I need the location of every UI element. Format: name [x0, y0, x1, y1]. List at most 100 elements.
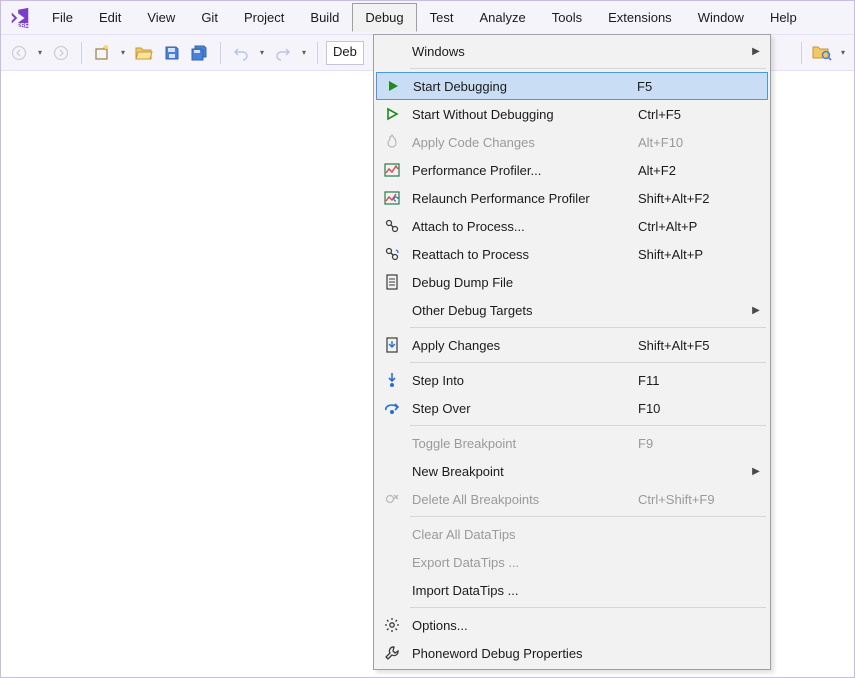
menu-item-apply-code-changes: Apply Code ChangesAlt+F10: [376, 128, 768, 156]
menu-item-import-datatips[interactable]: Import DataTips ...: [376, 576, 768, 604]
menu-separator: [410, 425, 766, 426]
play-green-fill-icon: [377, 79, 409, 93]
menu-item-apply-changes[interactable]: Apply ChangesShift+Alt+F5: [376, 331, 768, 359]
menu-item-debug-dump-file[interactable]: Debug Dump File: [376, 268, 768, 296]
menu-item-label: New Breakpoint: [408, 464, 638, 479]
menu-item-step-over[interactable]: Step OverF10: [376, 394, 768, 422]
toolbar-sep: [81, 42, 82, 64]
menu-analyze[interactable]: Analyze: [466, 3, 538, 32]
undo-icon[interactable]: [229, 41, 253, 65]
new-project-drop-icon[interactable]: ▾: [118, 48, 128, 57]
menu-item-label: Attach to Process...: [408, 219, 638, 234]
find-drop-icon[interactable]: ▾: [838, 48, 848, 57]
debug-target-field[interactable]: Deb: [326, 41, 364, 65]
menu-item-label: Start Without Debugging: [408, 107, 638, 122]
menu-help[interactable]: Help: [757, 3, 810, 32]
perf-relaunch-icon: [376, 191, 408, 205]
delete-bp-icon: [376, 492, 408, 506]
nav-fwd-icon[interactable]: [49, 41, 73, 65]
menu-item-label: Performance Profiler...: [408, 163, 638, 178]
menu-item-label: Delete All Breakpoints: [408, 492, 638, 507]
submenu-arrow-icon: ▶: [748, 46, 764, 57]
menubar: PRE FileEditViewGitProjectBuildDebugTest…: [1, 1, 854, 35]
debug-menu: Windows▶Start DebuggingF5Start Without D…: [373, 34, 771, 670]
reattach-icon: [376, 247, 408, 261]
menu-item-phoneword-debug-properties[interactable]: Phoneword Debug Properties: [376, 639, 768, 667]
menu-item-options[interactable]: Options...: [376, 611, 768, 639]
menu-item-start-without-debugging[interactable]: Start Without DebuggingCtrl+F5: [376, 100, 768, 128]
menu-item-shortcut: Alt+F2: [638, 163, 748, 178]
gear-icon: [376, 617, 408, 633]
toolbar-sep: [801, 42, 802, 64]
menu-edit[interactable]: Edit: [86, 3, 134, 32]
menu-item-label: Step Over: [408, 401, 638, 416]
attach-icon: [376, 219, 408, 233]
menu-separator: [410, 362, 766, 363]
menu-build[interactable]: Build: [297, 3, 352, 32]
menu-item-export-datatips: Export DataTips ...: [376, 548, 768, 576]
menu-item-attach-to-process[interactable]: Attach to Process...Ctrl+Alt+P: [376, 212, 768, 240]
menu-item-new-breakpoint[interactable]: New Breakpoint ▶: [376, 457, 768, 485]
menu-separator: [410, 516, 766, 517]
undo-drop-icon[interactable]: ▾: [257, 48, 267, 57]
open-folder-icon[interactable]: [132, 41, 156, 65]
menu-file[interactable]: File: [39, 3, 86, 32]
menu-item-label: Windows: [408, 44, 638, 59]
menu-item-label: Step Into: [408, 373, 638, 388]
save-all-icon[interactable]: [188, 41, 212, 65]
menu-item-shortcut: Shift+Alt+P: [638, 247, 748, 262]
menu-item-shortcut: Ctrl+F5: [638, 107, 748, 122]
redo-icon[interactable]: [271, 41, 295, 65]
submenu-arrow-icon: ▶: [748, 466, 764, 477]
nav-back-drop-icon[interactable]: ▾: [35, 48, 45, 57]
menu-item-label: Export DataTips ...: [408, 555, 638, 570]
menu-view[interactable]: View: [134, 3, 188, 32]
save-icon[interactable]: [160, 41, 184, 65]
menu-item-step-into[interactable]: Step IntoF11: [376, 366, 768, 394]
apply-changes-icon: [376, 337, 408, 353]
redo-drop-icon[interactable]: ▾: [299, 48, 309, 57]
menu-item-shortcut: Ctrl+Shift+F9: [638, 492, 748, 507]
toolbar-sep: [317, 42, 318, 64]
menu-item-clear-all-datatips: Clear All DataTips: [376, 520, 768, 548]
menu-test[interactable]: Test: [417, 3, 467, 32]
menu-extensions[interactable]: Extensions: [595, 3, 685, 32]
dump-icon: [376, 274, 408, 290]
menu-item-reattach-to-process[interactable]: Reattach to ProcessShift+Alt+P: [376, 240, 768, 268]
menu-debug[interactable]: Debug: [352, 3, 416, 32]
menu-item-shortcut: Shift+Alt+F5: [638, 338, 748, 353]
menu-item-start-debugging[interactable]: Start DebuggingF5: [376, 72, 768, 100]
menu-item-label: Apply Changes: [408, 338, 638, 353]
toolbar-sep: [220, 42, 221, 64]
menu-item-label: Other Debug Targets: [408, 303, 638, 318]
find-in-files-icon[interactable]: [810, 41, 834, 65]
step-over-icon: [376, 401, 408, 415]
menu-item-shortcut: F5: [637, 79, 747, 94]
menu-item-relaunch-performance-profiler[interactable]: Relaunch Performance ProfilerShift+Alt+F…: [376, 184, 768, 212]
menu-item-windows[interactable]: Windows ▶: [376, 37, 768, 65]
menu-item-shortcut: Shift+Alt+F2: [638, 191, 748, 206]
menu-item-shortcut: Ctrl+Alt+P: [638, 219, 748, 234]
menu-separator: [410, 68, 766, 69]
menu-item-label: Relaunch Performance Profiler: [408, 191, 638, 206]
menu-item-label: Phoneword Debug Properties: [408, 646, 638, 661]
menu-item-toggle-breakpoint: Toggle BreakpointF9: [376, 429, 768, 457]
menu-separator: [410, 327, 766, 328]
menu-item-label: Toggle Breakpoint: [408, 436, 638, 451]
menu-item-performance-profiler[interactable]: Performance Profiler...Alt+F2: [376, 156, 768, 184]
menu-window[interactable]: Window: [685, 3, 757, 32]
perf-icon: [376, 163, 408, 177]
menu-item-label: Options...: [408, 618, 638, 633]
menu-tools[interactable]: Tools: [539, 3, 595, 32]
nav-back-icon[interactable]: [7, 41, 31, 65]
menu-item-other-debug-targets[interactable]: Other Debug Targets ▶: [376, 296, 768, 324]
menu-item-label: Import DataTips ...: [408, 583, 638, 598]
menu-item-label: Clear All DataTips: [408, 527, 638, 542]
menu-item-label: Start Debugging: [409, 79, 637, 94]
svg-text:PRE: PRE: [17, 23, 29, 29]
menu-project[interactable]: Project: [231, 3, 297, 32]
submenu-arrow-icon: ▶: [748, 305, 764, 316]
menu-item-shortcut: F10: [638, 401, 748, 416]
menu-git[interactable]: Git: [188, 3, 231, 32]
new-project-icon[interactable]: [90, 41, 114, 65]
